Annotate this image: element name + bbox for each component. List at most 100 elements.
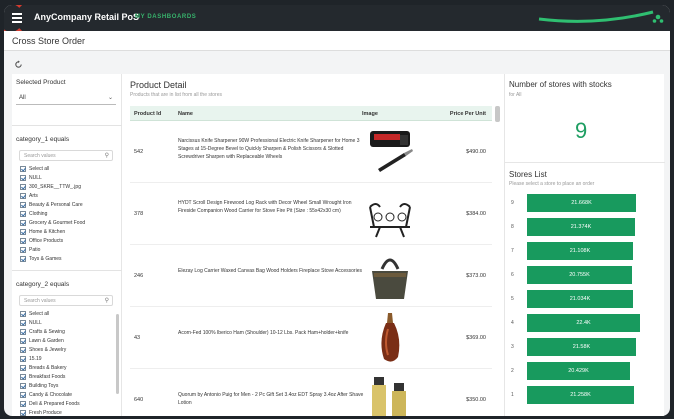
checkbox-checked-icon [20, 237, 26, 244]
store-bar[interactable]: 21.374K [527, 218, 635, 236]
product-id-cell: 378 [134, 211, 144, 217]
store-id: 2 [511, 368, 514, 374]
checkbox-checked-icon [20, 174, 26, 181]
product-id-cell: 246 [134, 273, 144, 279]
checkbox-checked-icon [20, 391, 26, 398]
category-1-option[interactable]: Patio [20, 245, 116, 254]
category-1-label: category_1 equals [16, 136, 70, 143]
category-1-option[interactable]: 300_SKRE__TTW_.jpg [20, 182, 116, 191]
column-header[interactable]: Name [178, 111, 193, 117]
category-2-option[interactable]: Crafts & Sewing [20, 327, 116, 336]
store-bar[interactable]: 22.4K [527, 314, 640, 332]
price-cell: $384.00 [466, 211, 486, 217]
checkbox-checked-icon [20, 355, 26, 362]
checkbox-checked-icon [20, 409, 26, 416]
store-id: 1 [511, 392, 514, 398]
category-2-option[interactable]: Breads & Bakery [20, 363, 116, 372]
store-row[interactable]: 6 20.755K [509, 266, 659, 284]
store-bar[interactable]: 21.258K [527, 386, 634, 404]
store-bar[interactable]: 21.668K [527, 194, 636, 212]
category-2-option[interactable]: Fresh Produce [20, 408, 116, 416]
checkbox-checked-icon [20, 246, 26, 253]
product-name-cell: Elezay Log Carrier Waxed Canvas Bag Wood… [178, 268, 362, 274]
stores-count-value: 9 [575, 118, 588, 143]
column-header[interactable]: Product Id [134, 111, 161, 117]
hamburger-menu-icon[interactable] [12, 13, 22, 23]
page-header: Cross Store Order [4, 31, 670, 51]
table-row[interactable]: 640 Quorum by Antonio Puig for Men - 2 P… [130, 369, 492, 416]
category-1-option[interactable]: Toys & Games [20, 254, 116, 263]
category-1-checklist: Select all NULL 300_SKRE__TTW_.jpg Arts … [20, 164, 116, 263]
store-bar[interactable]: 21.58K [527, 338, 636, 356]
category-2-option[interactable]: NULL [20, 318, 116, 327]
checkbox-checked-icon [20, 228, 26, 235]
store-bar[interactable]: 21.034K [527, 290, 633, 308]
checkbox-checked-icon [20, 319, 26, 326]
price-cell: $350.00 [466, 397, 486, 403]
category-1-option[interactable]: Beauty & Personal Care [20, 200, 116, 209]
store-row[interactable]: 8 21.374K [509, 218, 659, 236]
checkbox-checked-icon [20, 337, 26, 344]
product-id-cell: 542 [134, 149, 144, 155]
category-1-option[interactable]: Office Products [20, 236, 116, 245]
column-header[interactable]: Price Per Unit [450, 111, 486, 117]
category-2-option[interactable]: Candy & Chocolate [20, 390, 116, 399]
stores-list-subtitle: Please select a store to place an order [509, 181, 595, 187]
store-id: 7 [511, 248, 514, 254]
category-2-option[interactable]: Select all [20, 309, 116, 318]
dashboard-sheet: Selected Product All ⌄ category_1 equals… [12, 74, 665, 416]
category-2-search-input[interactable]: Search values ⚲ [19, 295, 113, 306]
product-detail-panel: Product Detail Products that are in list… [126, 74, 502, 416]
category-1-option[interactable]: Grocery & Gourmet Food [20, 218, 116, 227]
selected-product-dropdown[interactable]: All ⌄ [16, 92, 116, 105]
product-table-header: Product Id Name Image Price Per Unit [130, 106, 492, 121]
table-row[interactable]: 43 Acorn-Fed 100% Iberico Ham (Shoulder)… [130, 307, 492, 369]
user-icon[interactable] [652, 14, 664, 24]
store-bar[interactable]: 20.429K [527, 362, 630, 380]
store-row[interactable]: 7 21.108K [509, 242, 659, 260]
page-title: Cross Store Order [12, 36, 86, 46]
store-id: 6 [511, 272, 514, 278]
store-id: 4 [511, 320, 514, 326]
category-2-option[interactable]: Deli & Prepared Foods [20, 399, 116, 408]
checkbox-checked-icon [20, 373, 26, 380]
category-2-option[interactable]: Breakfast Foods [20, 372, 116, 381]
table-row[interactable]: 246 Elezay Log Carrier Waxed Canvas Bag … [130, 245, 492, 307]
checkbox-checked-icon [20, 192, 26, 199]
category-1-option[interactable]: NULL [20, 173, 116, 182]
store-id: 9 [511, 200, 514, 206]
category-1-option[interactable]: Home & Kitchen [20, 227, 116, 236]
app-window: AnyCompany Retail PoS MY DASHBOARDS Cros… [4, 5, 670, 416]
product-table-scrollbar[interactable] [495, 106, 500, 122]
column-header[interactable]: Image [362, 111, 378, 117]
store-row[interactable]: 3 21.58K [509, 338, 659, 356]
store-row[interactable]: 1 21.258K [509, 386, 659, 404]
store-row[interactable]: 2 20.429K [509, 362, 659, 380]
checkbox-checked-icon [20, 346, 26, 353]
store-bar[interactable]: 21.108K [527, 242, 633, 260]
my-dashboards-link[interactable]: MY DASHBOARDS [135, 14, 196, 20]
store-row[interactable]: 9 21.668K [509, 194, 659, 212]
table-row[interactable]: 542 Narcissus Knife Sharpener 90W Profes… [130, 121, 492, 183]
price-cell: $373.00 [466, 273, 486, 279]
table-row[interactable]: 378 HYDT Scroll Design Firewood Log Rack… [130, 183, 492, 245]
category-1-option[interactable]: Select all [20, 164, 116, 173]
store-row[interactable]: 4 22.4K [509, 314, 659, 332]
refresh-icon[interactable] [14, 60, 23, 69]
category-1-search-input[interactable]: Search values ⚲ [19, 150, 113, 161]
stores-count-subtitle: for All [509, 92, 522, 98]
checkbox-checked-icon [20, 382, 26, 389]
checkbox-checked-icon [20, 364, 26, 371]
category-1-option[interactable]: Clothing [20, 209, 116, 218]
price-cell: $490.00 [466, 149, 486, 155]
product-detail-subtitle: Products that are in list from all the s… [130, 92, 222, 98]
category-2-scrollbar[interactable] [116, 314, 119, 394]
category-2-option[interactable]: 15.19 [20, 354, 116, 363]
store-id: 8 [511, 224, 514, 230]
category-2-option[interactable]: Shoes & Jewelry [20, 345, 116, 354]
store-bar[interactable]: 20.755K [527, 266, 632, 284]
category-1-option[interactable]: Arts [20, 191, 116, 200]
category-2-option[interactable]: Building Toys [20, 381, 116, 390]
category-2-option[interactable]: Lawn & Garden [20, 336, 116, 345]
store-row[interactable]: 5 21.034K [509, 290, 659, 308]
